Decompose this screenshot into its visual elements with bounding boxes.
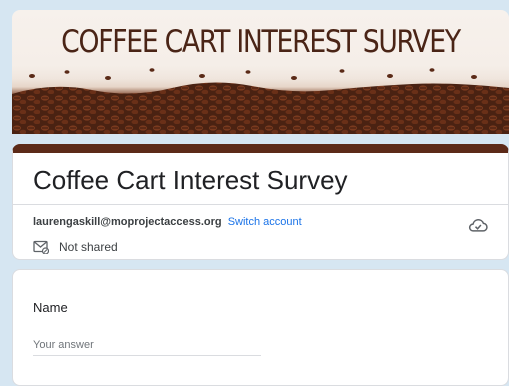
name-answer-input[interactable]: Your answer bbox=[33, 339, 261, 356]
coffee-beans-image bbox=[12, 68, 509, 134]
account-email: laurengaskill@moprojectaccess.org bbox=[33, 216, 222, 228]
form-title: Coffee Cart Interest Survey bbox=[33, 165, 348, 195]
banner-title: COFFEE CART INTEREST SURVEY bbox=[61, 24, 461, 60]
question-label: Name bbox=[33, 300, 68, 315]
shared-status-text: Not shared bbox=[59, 240, 118, 254]
account-row: laurengaskill@moprojectaccess.org Switch… bbox=[33, 216, 302, 228]
form-title-card: Coffee Cart Interest Survey laurengaskil… bbox=[12, 144, 509, 260]
shared-status-row: Not shared bbox=[33, 240, 118, 254]
question-card-name: Name Your answer bbox=[12, 269, 509, 386]
divider bbox=[13, 204, 508, 205]
switch-account-link[interactable]: Switch account bbox=[228, 216, 302, 228]
cloud-check-icon[interactable] bbox=[468, 217, 488, 233]
form-page: COFFEE CART INTEREST SURVEY Coffee Cart … bbox=[12, 10, 509, 386]
not-shared-mail-icon bbox=[33, 240, 49, 254]
header-banner: COFFEE CART INTEREST SURVEY bbox=[12, 10, 509, 134]
